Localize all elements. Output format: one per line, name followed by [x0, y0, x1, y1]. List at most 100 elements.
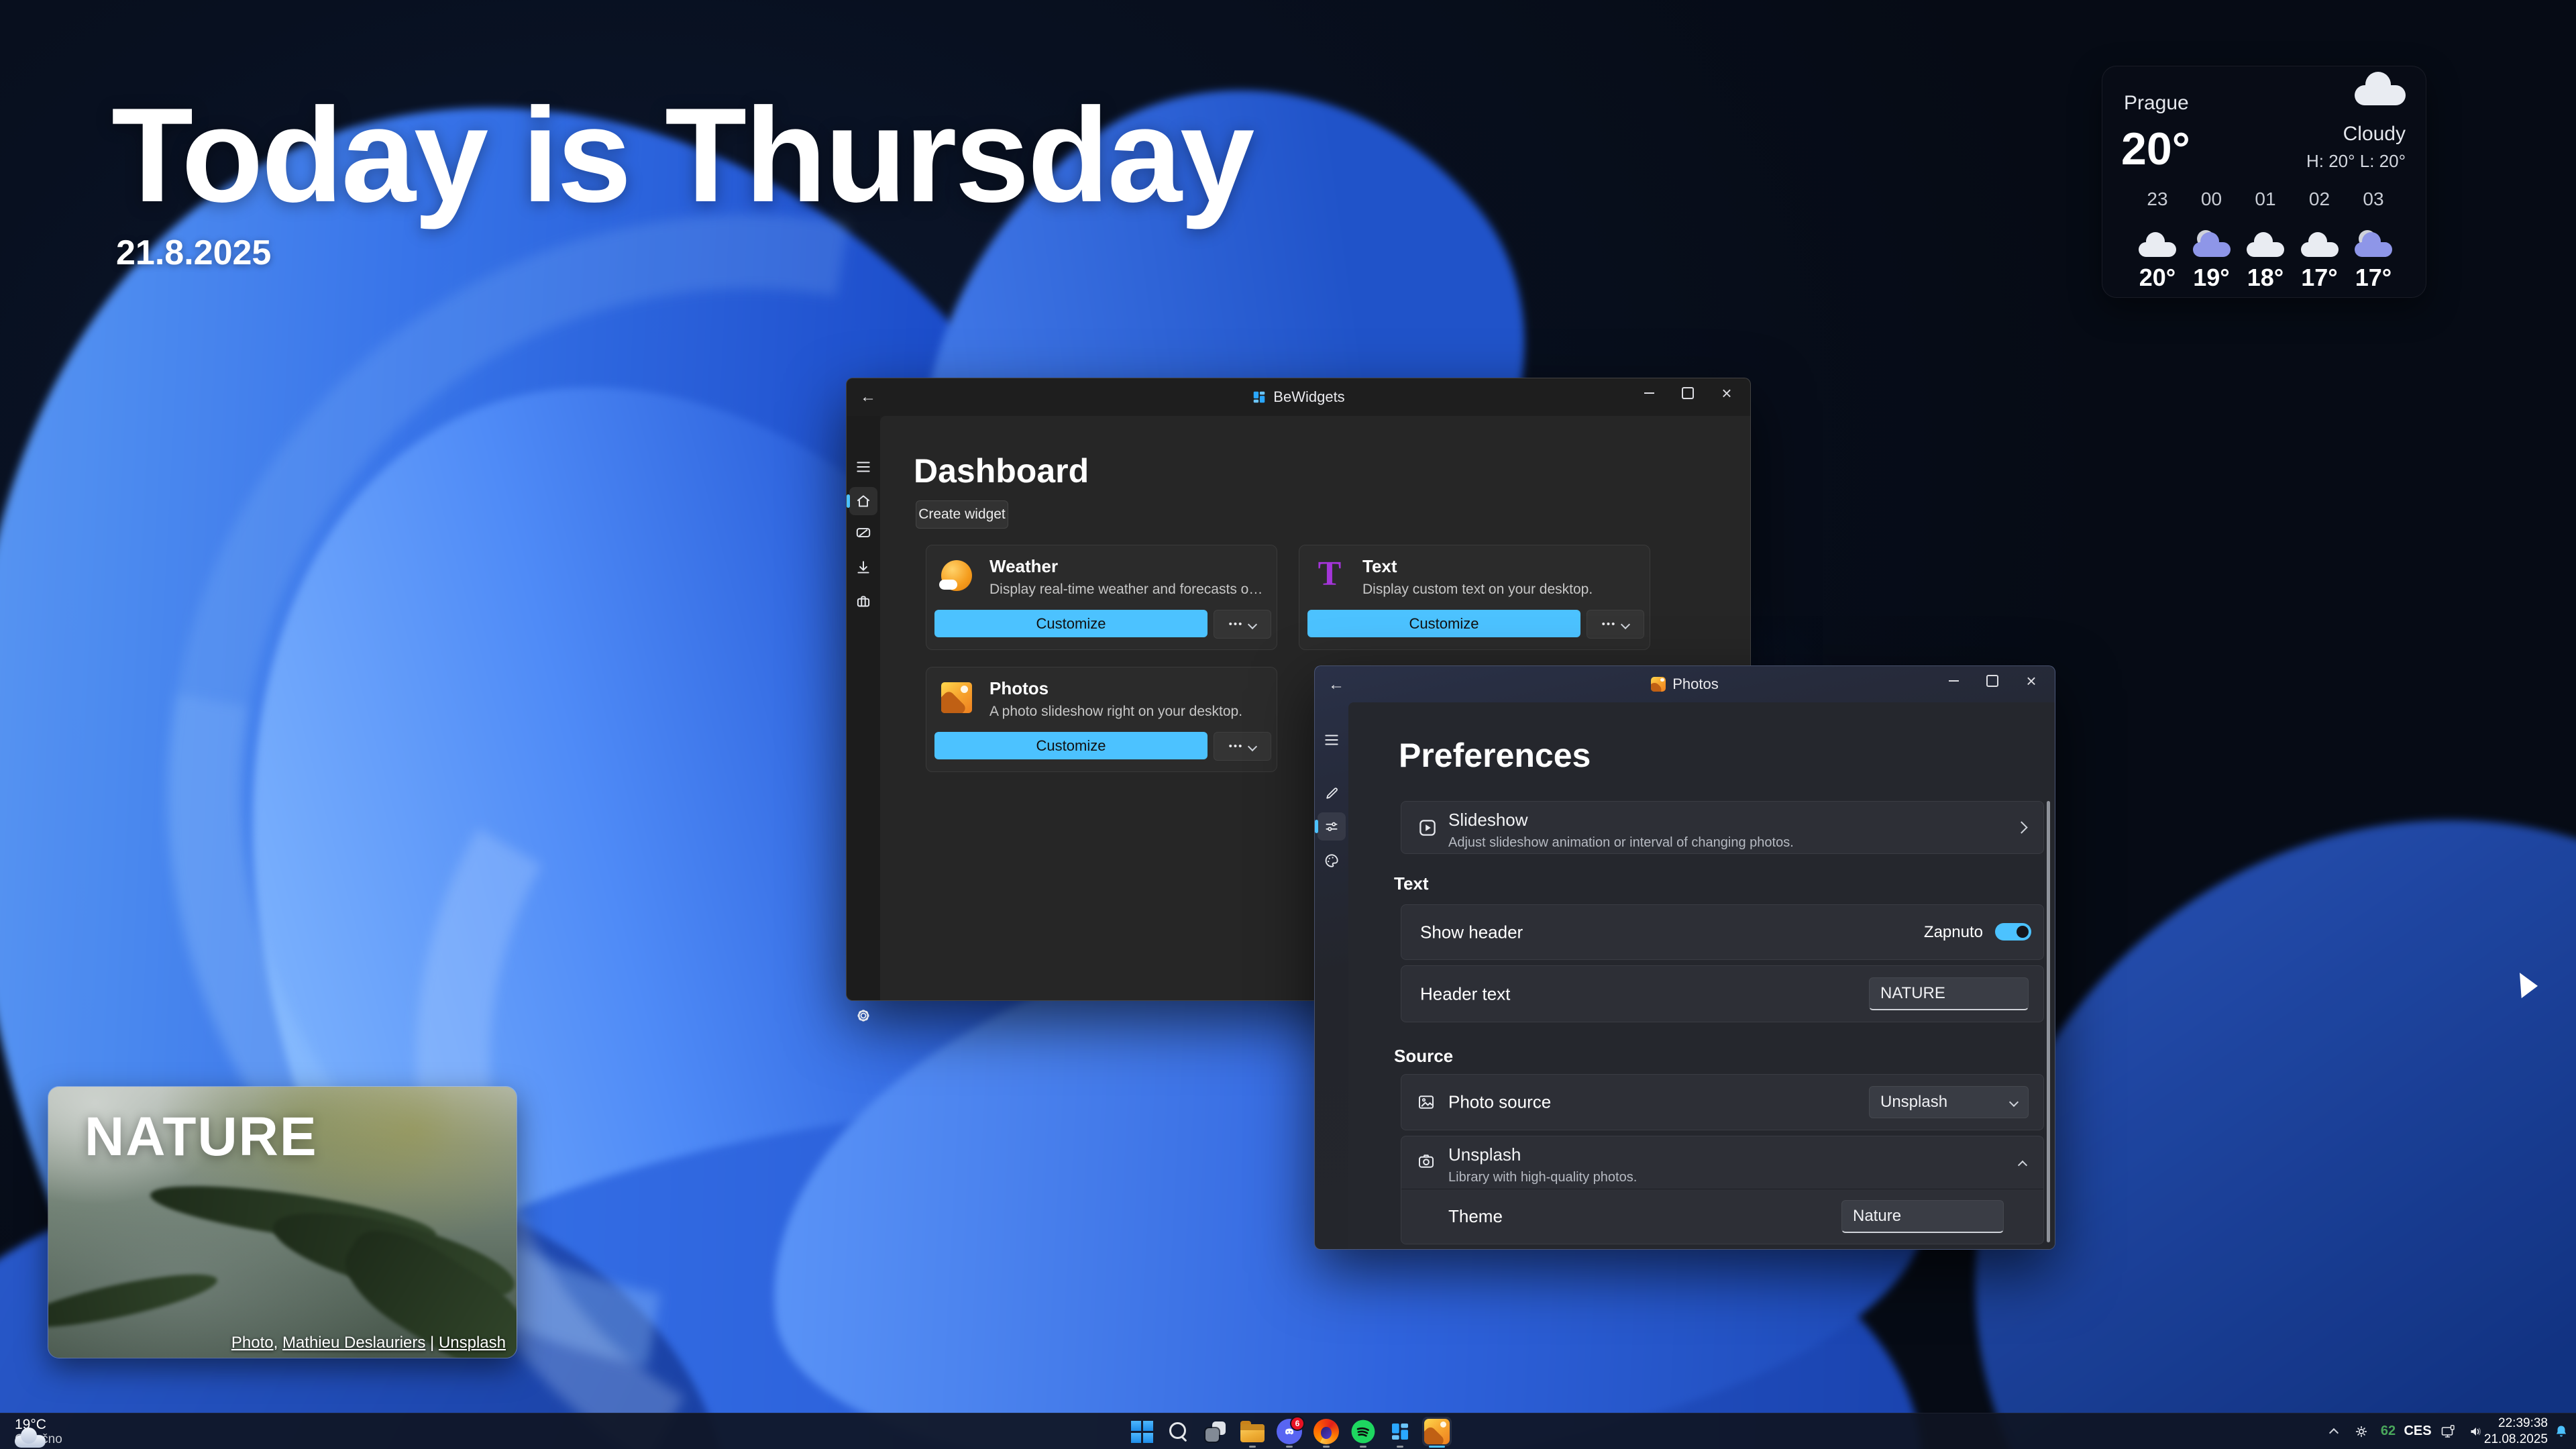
running-indicator [1360, 1446, 1366, 1448]
notification-center-button[interactable] [2549, 1413, 2573, 1449]
sidebar-item-downloads[interactable] [849, 553, 877, 582]
weather-card-icon [941, 560, 972, 591]
show-header-toggle[interactable] [1995, 923, 2031, 941]
more-options-button[interactable]: ••• [1214, 610, 1271, 639]
hamburger-icon [855, 458, 872, 476]
sidebar-item-dashboard[interactable] [849, 487, 877, 515]
header-text-input[interactable]: NATURE [1869, 977, 2029, 1010]
minimize-button[interactable] [1629, 378, 1668, 408]
windows-logo-icon [1131, 1421, 1153, 1443]
tray-brightness-button[interactable] [2349, 1413, 2373, 1449]
unsplash-row[interactable]: Unsplash Library with high-quality photo… [1448, 1144, 1637, 1185]
clock[interactable]: 22:39:38 21.08.2025 [2490, 1413, 2548, 1449]
photo-slideshow-widget[interactable]: NATURE Photo, Mathieu Deslauriers | Unsp… [48, 1087, 517, 1358]
menu-button[interactable] [849, 453, 877, 481]
bell-icon [2553, 1424, 2569, 1440]
sun-icon [2354, 1424, 2369, 1439]
sidebar-item-preferences[interactable] [1318, 812, 1346, 841]
photos-titlebar[interactable]: ← Photos × [1315, 666, 2055, 702]
chevron-down-icon [1248, 741, 1257, 751]
slideshow-row[interactable]: Slideshow Adjust slideshow animation or … [1401, 801, 2044, 854]
night-cloud-icon [2193, 230, 2231, 257]
minimize-button[interactable] [1934, 666, 1973, 696]
bewidgets-titlebar[interactable]: ← BeWidgets × [847, 378, 1750, 416]
sidebar-item-edit[interactable] [1318, 779, 1346, 807]
task-view-button[interactable] [1201, 1417, 1230, 1446]
firefox-button[interactable] [1311, 1417, 1341, 1446]
folder-icon [1240, 1424, 1265, 1442]
maximize-button[interactable] [1668, 378, 1707, 408]
widget-card-photos: Photos A photo slideshow right on your d… [926, 667, 1277, 772]
widgets-icon [855, 524, 872, 541]
create-widget-button[interactable]: Create widget [916, 500, 1008, 529]
taskbar-weather-button[interactable]: 19°C Oblačno [15, 1417, 62, 1448]
sidebar-item-store[interactable] [849, 588, 877, 616]
photos-button[interactable] [1422, 1417, 1452, 1446]
cloud-icon [2247, 242, 2284, 257]
photo-credit: Photo, Mathieu Deslauriers | Unsplash [231, 1334, 506, 1352]
weather-condition: Cloudy [2343, 123, 2406, 146]
file-explorer-button[interactable] [1238, 1417, 1267, 1446]
cloud-icon [15, 1435, 46, 1448]
settings-button[interactable] [849, 1002, 877, 1030]
scrollbar[interactable] [2047, 801, 2050, 1242]
discord-button[interactable]: 6 [1275, 1417, 1304, 1446]
language-indicator[interactable]: CES [2403, 1413, 2432, 1449]
search-button[interactable] [1164, 1417, 1193, 1446]
customize-button[interactable]: Customize [1307, 610, 1580, 637]
forecast-hour: 03 17° [2348, 189, 2399, 292]
forecast-hour: 01 18° [2240, 189, 2291, 292]
more-options-button[interactable]: ••• [1214, 732, 1271, 761]
weather-widget[interactable]: Prague 20° Cloudy H: 20° L: 20° 23 20° 0… [2102, 66, 2426, 298]
close-button[interactable]: × [2012, 666, 2051, 696]
photo-source-row: Photo source Unsplash [1401, 1074, 2044, 1130]
briefcase-icon [855, 593, 872, 610]
back-button[interactable]: ← [856, 386, 880, 408]
page-title: Preferences [1399, 736, 1591, 775]
show-header-row: Show header Zapnuto [1401, 904, 2044, 960]
photo-link[interactable]: Photo [231, 1334, 274, 1352]
widget-card-text: T Text Display custom text on your deskt… [1299, 545, 1650, 650]
start-button[interactable] [1127, 1417, 1157, 1446]
customize-button[interactable]: Customize [934, 732, 1208, 759]
notification-badge: 6 [1290, 1416, 1305, 1431]
photos-app-icon [1651, 677, 1666, 692]
search-icon [1169, 1421, 1189, 1442]
sidebar-item-theme[interactable] [1318, 847, 1346, 875]
theme-input[interactable]: Nature [1841, 1200, 2004, 1233]
image-icon [1416, 1092, 1436, 1112]
unsplash-link[interactable]: Unsplash [439, 1334, 506, 1352]
running-indicator [1249, 1446, 1256, 1448]
tray-percent[interactable]: 62 [2376, 1413, 2400, 1449]
preferences-page: Preferences Slideshow Adjust slideshow a… [1348, 702, 2055, 1249]
gear-icon [854, 1006, 873, 1025]
desktop-date-widget: 21.8.2025 [116, 233, 271, 273]
bewidgets-button[interactable] [1385, 1417, 1415, 1446]
close-button[interactable]: × [1707, 378, 1746, 408]
bewidgets-logo-icon [1252, 390, 1267, 405]
cloud-icon [2301, 242, 2339, 257]
hidden-icons-button[interactable] [2322, 1413, 2345, 1449]
sidebar-item-widgets[interactable] [849, 519, 877, 547]
photo-source-dropdown[interactable]: Unsplash [1869, 1086, 2029, 1118]
spotify-button[interactable] [1348, 1417, 1378, 1446]
forecast-hour: 23 20° [2132, 189, 2183, 292]
maximize-button[interactable] [1973, 666, 2012, 696]
night-cloud-icon [2355, 230, 2392, 257]
tray-network-button[interactable] [2435, 1413, 2461, 1449]
camera-icon [1416, 1151, 1436, 1171]
running-indicator [1397, 1446, 1403, 1448]
window-title: Photos [1672, 676, 1719, 693]
section-header-text: Text [1394, 873, 1429, 894]
more-options-button[interactable]: ••• [1587, 610, 1644, 639]
chevron-up-icon [2329, 1428, 2339, 1437]
customize-button[interactable]: Customize [934, 610, 1208, 637]
taskbar: 19°C Oblačno 6 [0, 1413, 2576, 1449]
monitor-plug-icon [2440, 1424, 2456, 1440]
text-card-icon: T [1314, 555, 1345, 592]
menu-button[interactable] [1318, 726, 1346, 754]
pencil-icon [1324, 785, 1340, 802]
author-link[interactable]: Mathieu Deslauriers [282, 1334, 425, 1352]
back-button[interactable]: ← [1324, 674, 1348, 696]
photos-icon [1424, 1419, 1450, 1444]
